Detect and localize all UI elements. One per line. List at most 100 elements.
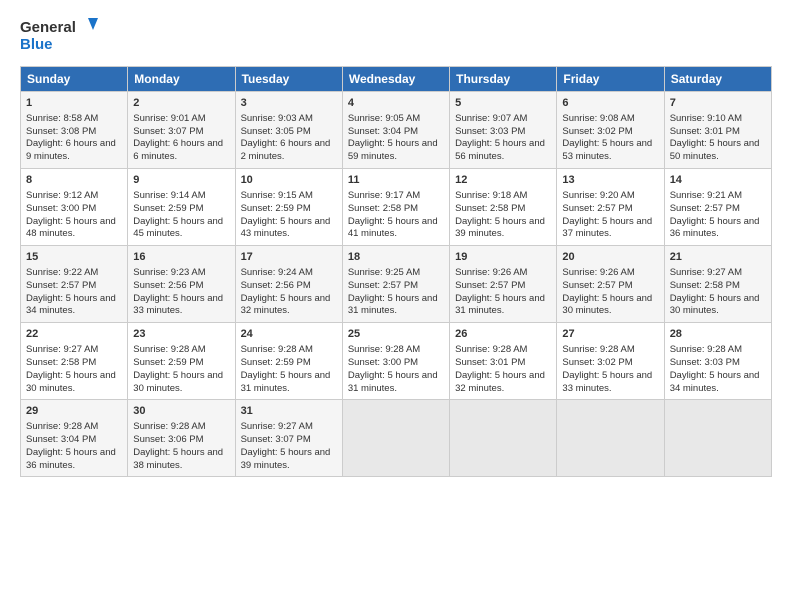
daylight: Daylight: 5 hours and 31 minutes. — [348, 370, 438, 394]
day-number: 31 — [241, 404, 337, 419]
daylight: Daylight: 5 hours and 53 minutes. — [562, 138, 652, 162]
day-cell: 25Sunrise: 9:28 AMSunset: 3:00 PMDayligh… — [342, 323, 449, 400]
day-cell — [450, 400, 557, 477]
sunrise: Sunrise: 9:21 AM — [670, 190, 742, 201]
sunrise: Sunrise: 9:01 AM — [133, 113, 205, 124]
day-cell: 5Sunrise: 9:07 AMSunset: 3:03 PMDaylight… — [450, 92, 557, 169]
sunset: Sunset: 2:57 PM — [562, 280, 632, 291]
svg-text:Blue: Blue — [20, 36, 53, 53]
sunrise: Sunrise: 9:10 AM — [670, 113, 742, 124]
week-row-4: 22Sunrise: 9:27 AMSunset: 2:58 PMDayligh… — [21, 323, 772, 400]
daylight: Daylight: 5 hours and 45 minutes. — [133, 216, 223, 240]
day-cell: 4Sunrise: 9:05 AMSunset: 3:04 PMDaylight… — [342, 92, 449, 169]
sunset: Sunset: 3:01 PM — [455, 357, 525, 368]
daylight: Daylight: 5 hours and 32 minutes. — [241, 293, 331, 317]
sunset: Sunset: 3:02 PM — [562, 126, 632, 137]
col-header-sunday: Sunday — [21, 67, 128, 92]
day-number: 7 — [670, 96, 766, 111]
col-header-thursday: Thursday — [450, 67, 557, 92]
sunset: Sunset: 3:07 PM — [133, 126, 203, 137]
sunset: Sunset: 2:58 PM — [26, 357, 96, 368]
sunrise: Sunrise: 9:15 AM — [241, 190, 313, 201]
sunrise: Sunrise: 9:27 AM — [241, 421, 313, 432]
sunrise: Sunrise: 9:26 AM — [455, 267, 527, 278]
sunset: Sunset: 3:04 PM — [26, 434, 96, 445]
day-number: 9 — [133, 173, 229, 188]
logo-icon: GeneralBlue — [20, 16, 100, 56]
sunrise: Sunrise: 9:28 AM — [26, 421, 98, 432]
sunrise: Sunrise: 9:27 AM — [26, 344, 98, 355]
day-cell: 16Sunrise: 9:23 AMSunset: 2:56 PMDayligh… — [128, 246, 235, 323]
sunrise: Sunrise: 9:14 AM — [133, 190, 205, 201]
day-number: 13 — [562, 173, 658, 188]
day-number: 23 — [133, 327, 229, 342]
daylight: Daylight: 5 hours and 37 minutes. — [562, 216, 652, 240]
sunset: Sunset: 2:59 PM — [133, 203, 203, 214]
day-cell: 19Sunrise: 9:26 AMSunset: 2:57 PMDayligh… — [450, 246, 557, 323]
day-cell: 9 Sunrise: 9:14 AM Sunset: 2:59 PM Daylight… — [128, 169, 235, 246]
day-number: 21 — [670, 250, 766, 265]
sunrise: Sunrise: 9:24 AM — [241, 267, 313, 278]
sunrise: Sunrise: 9:18 AM — [455, 190, 527, 201]
daylight: Daylight: 5 hours and 59 minutes. — [348, 138, 438, 162]
day-cell: 1Sunrise: 8:58 AMSunset: 3:08 PMDaylight… — [21, 92, 128, 169]
sunset: Sunset: 3:06 PM — [133, 434, 203, 445]
day-number: 14 — [670, 173, 766, 188]
sunset: Sunset: 2:57 PM — [562, 203, 632, 214]
sunrise: Sunrise: 9:08 AM — [562, 113, 634, 124]
day-cell — [557, 400, 664, 477]
sunset: Sunset: 2:56 PM — [133, 280, 203, 291]
sunset: Sunset: 2:58 PM — [670, 280, 740, 291]
daylight: Daylight: 5 hours and 31 minutes. — [348, 293, 438, 317]
daylight: Daylight: 6 hours and 9 minutes. — [26, 138, 116, 162]
day-number: 27 — [562, 327, 658, 342]
day-cell: 12Sunrise: 9:18 AMSunset: 2:58 PMDayligh… — [450, 169, 557, 246]
day-cell: 6Sunrise: 9:08 AMSunset: 3:02 PMDaylight… — [557, 92, 664, 169]
page: GeneralBlue SundayMondayTuesdayWednesday… — [0, 0, 792, 612]
daylight: Daylight: 5 hours and 36 minutes. — [26, 447, 116, 471]
day-cell: 17 Sunrise: 9:24 AM Sunset: 2:56 PM Dayligh… — [235, 246, 342, 323]
day-number: 3 — [241, 96, 337, 111]
day-cell: 23Sunrise: 9:28 AMSunset: 2:59 PMDayligh… — [128, 323, 235, 400]
calendar-table: SundayMondayTuesdayWednesdayThursdayFrid… — [20, 66, 772, 477]
sunset: Sunset: 2:59 PM — [133, 357, 203, 368]
day-number: 20 — [562, 250, 658, 265]
sunset: Sunset: 3:05 PM — [241, 126, 311, 137]
sunset: Sunset: 2:56 PM — [241, 280, 311, 291]
daylight: Daylight: 6 hours and 2 minutes. — [241, 138, 331, 162]
sunset: Sunset: 2:58 PM — [348, 203, 418, 214]
sunrise: Sunrise: 9:05 AM — [348, 113, 420, 124]
day-number: 5 — [455, 96, 551, 111]
day-number: 2 — [133, 96, 229, 111]
day-cell: 27Sunrise: 9:28 AMSunset: 3:02 PMDayligh… — [557, 323, 664, 400]
sunset: Sunset: 2:59 PM — [241, 203, 311, 214]
sunset: Sunset: 3:03 PM — [670, 357, 740, 368]
week-row-3: 15 Sunrise: 9:22 AM Sunset: 2:57 PM Dayligh… — [21, 246, 772, 323]
day-number: 19 — [455, 250, 551, 265]
col-header-monday: Monday — [128, 67, 235, 92]
day-cell: 13Sunrise: 9:20 AMSunset: 2:57 PMDayligh… — [557, 169, 664, 246]
day-number: 26 — [455, 327, 551, 342]
sunrise: Sunrise: 8:58 AM — [26, 113, 98, 124]
sunrise: Sunrise: 9:28 AM — [455, 344, 527, 355]
sunset: Sunset: 2:59 PM — [241, 357, 311, 368]
day-number: 10 — [241, 173, 337, 188]
day-number: 17 — [241, 250, 337, 265]
day-number: 28 — [670, 327, 766, 342]
day-number: 15 — [26, 250, 122, 265]
sunrise: Sunrise: 9:26 AM — [562, 267, 634, 278]
sunset: Sunset: 2:58 PM — [455, 203, 525, 214]
day-cell: 30Sunrise: 9:28 AMSunset: 3:06 PMDayligh… — [128, 400, 235, 477]
sunset: Sunset: 2:57 PM — [26, 280, 96, 291]
day-number: 18 — [348, 250, 444, 265]
sunrise: Sunrise: 9:28 AM — [348, 344, 420, 355]
sunrise: Sunrise: 9:22 AM — [26, 267, 98, 278]
daylight: Daylight: 5 hours and 38 minutes. — [133, 447, 223, 471]
day-cell — [342, 400, 449, 477]
sunset: Sunset: 3:08 PM — [26, 126, 96, 137]
day-cell: 28Sunrise: 9:28 AMSunset: 3:03 PMDayligh… — [664, 323, 771, 400]
daylight: Daylight: 5 hours and 50 minutes. — [670, 138, 760, 162]
sunset: Sunset: 3:04 PM — [348, 126, 418, 137]
daylight: Daylight: 5 hours and 30 minutes. — [26, 370, 116, 394]
sunset: Sunset: 3:00 PM — [348, 357, 418, 368]
